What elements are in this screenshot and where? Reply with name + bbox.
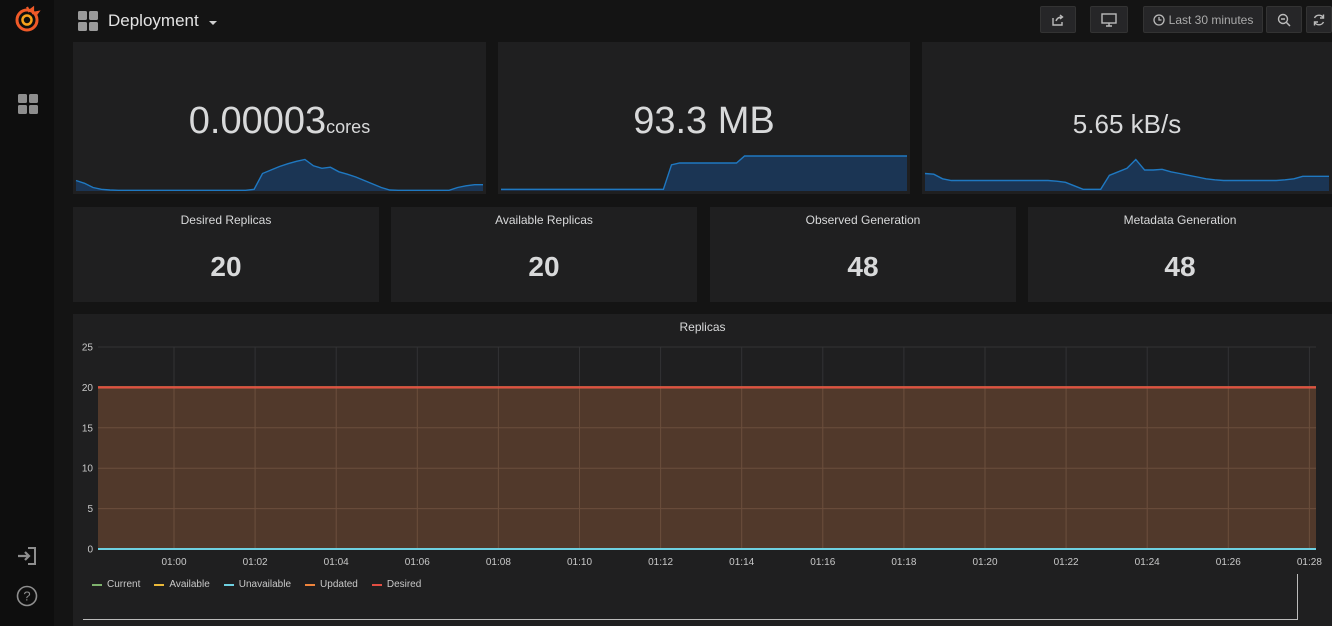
sparkline-area (501, 156, 907, 191)
legend-item-available[interactable]: Available (154, 579, 210, 590)
network-panel: 5.65 kB/s (922, 42, 1332, 194)
x-tick-label: 01:12 (648, 557, 673, 568)
observed-generation-value: 48 (847, 251, 879, 282)
y-tick-label: 5 (87, 504, 93, 515)
panel-title: Desired Replicas (180, 213, 272, 227)
x-tick-label: 01:18 (891, 557, 916, 568)
refresh-icon (1313, 14, 1325, 25)
share-button[interactable] (1040, 6, 1076, 33)
dashboard-title: Deployment (108, 11, 199, 30)
sign-in-icon[interactable] (17, 546, 37, 566)
legend-swatch (223, 583, 234, 586)
panel-title: Available Replicas (495, 213, 593, 227)
legend-swatch (92, 583, 102, 586)
panel-resize-edge (1297, 574, 1298, 620)
y-tick-label: 0 (87, 545, 93, 556)
observed-generation-panel: Observed Generation 48 (710, 207, 1016, 302)
x-tick-label: 01:08 (486, 557, 511, 568)
legend-label: Updated (320, 579, 358, 590)
zoom-out-icon (1277, 13, 1291, 27)
legend-item-unavailable[interactable]: Unavailable (223, 579, 292, 590)
x-tick-label: 01:06 (405, 557, 430, 568)
zoom-out-button[interactable] (1266, 6, 1302, 33)
cpu-sparkline (75, 158, 483, 191)
legend-item-current[interactable]: Current (92, 579, 140, 590)
memory-usage-value: 93.3 MB (633, 100, 775, 142)
dashboards-icon[interactable] (17, 93, 39, 115)
sparkline-area (76, 159, 483, 191)
caret-down-icon (208, 20, 217, 25)
x-tick-label: 01:02 (243, 557, 268, 568)
time-range-picker[interactable]: Last 30 minutes (1143, 6, 1263, 33)
x-tick-label: 01:00 (161, 557, 186, 568)
help-glyph: ? (23, 589, 30, 604)
x-tick-label: 01:26 (1216, 557, 1241, 568)
dashboard-picker[interactable]: Deployment (78, 0, 217, 42)
x-tick-label: 01:24 (1135, 557, 1160, 568)
metadata-generation-value: 48 (1164, 251, 1196, 282)
time-range-label: Last 30 minutes (1168, 12, 1254, 27)
memory-usage-panel: 93.3 MB (498, 42, 910, 194)
panel-title: Replicas (679, 320, 726, 334)
share-icon (1052, 13, 1064, 26)
legend-swatch (305, 583, 316, 586)
available-replicas-value: 20 (528, 251, 560, 282)
y-tick-label: 10 (82, 464, 94, 475)
replicas-graph-panel: Replicas 0 5 10 15 20 25 01:00 01:02 01:04 01:06 0… (73, 314, 1332, 626)
y-tick-label: 20 (82, 383, 94, 394)
available-replicas-panel: Available Replicas 20 (391, 207, 697, 302)
x-tick-label: 01:04 (324, 557, 349, 568)
x-tick-label: 01:10 (567, 557, 592, 568)
y-tick-label: 15 (82, 423, 94, 434)
x-tick-label: 01:20 (972, 557, 997, 568)
legend-label: Desired (386, 579, 422, 590)
top-navbar: Deployment Last 30 minutes (54, 0, 1332, 42)
y-tick-label: 25 (82, 343, 94, 354)
legend-label: Current (107, 579, 141, 590)
monitor-icon (1101, 12, 1117, 27)
legend-item-updated[interactable]: Updated (305, 579, 358, 590)
legend-swatch (154, 583, 165, 586)
cpu-usage-value: 0.00003cores (188, 100, 371, 142)
dashboard-grid-icon (78, 11, 98, 31)
metadata-generation-panel: Metadata Generation 48 (1028, 207, 1332, 302)
legend-swatch (371, 583, 382, 586)
panel-title: Observed Generation (805, 213, 921, 227)
grafana-logo-icon[interactable] (13, 5, 41, 33)
replicas-chart[interactable]: 0 5 10 15 20 25 01:00 01:02 01:04 01:06 01:08 01:10… (73, 334, 1332, 589)
legend-item-desired[interactable]: Desired (371, 579, 422, 590)
memory-sparkline (501, 155, 907, 191)
sidebar: ? (0, 0, 54, 626)
x-tick-label: 01:22 (1054, 557, 1079, 568)
legend-label: Available (169, 579, 210, 590)
x-tick-label: 01:14 (729, 557, 754, 568)
chart-legend: Current Available Unavailable Updated Desire… (92, 579, 421, 590)
help-icon[interactable]: ? (16, 585, 38, 607)
panel-bottom-line (83, 619, 1298, 620)
legend-label: Unavailable (238, 579, 292, 590)
network-sparkline (924, 158, 1329, 191)
sparkline-area (925, 159, 1329, 191)
tv-mode-button[interactable] (1090, 6, 1128, 33)
x-tick-label: 01:16 (810, 557, 835, 568)
refresh-button[interactable] (1306, 6, 1332, 33)
x-tick-label: 01:28 (1297, 557, 1322, 568)
cpu-usage-unit: cores (326, 117, 371, 137)
desired-replicas-panel: Desired Replicas 20 (73, 207, 379, 302)
desired-replicas-value: 20 (210, 251, 242, 282)
cpu-usage-panel: 0.00003cores (73, 42, 486, 194)
panel-title: Metadata Generation (1123, 213, 1237, 227)
network-value: 5.65 kB/s (1072, 109, 1182, 139)
clock-icon (1152, 13, 1165, 26)
